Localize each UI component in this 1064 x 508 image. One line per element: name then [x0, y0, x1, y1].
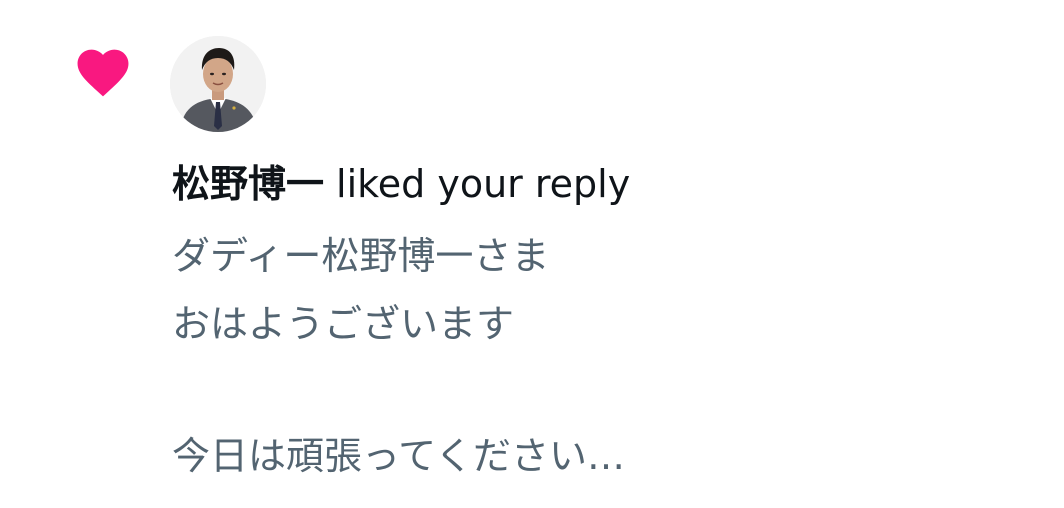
user-name[interactable]: 松野博一	[172, 162, 324, 206]
heart-icon	[77, 49, 129, 97]
notification-headline: 松野博一 liked your reply	[172, 158, 630, 210]
reply-text-line: 今日は頑張ってください…	[172, 434, 625, 478]
reply-text-line: ダディー松野博一さま	[172, 234, 550, 278]
user-avatar[interactable]	[170, 36, 266, 132]
action-text: liked your reply	[336, 162, 631, 206]
reply-text-line: おはようございます	[172, 302, 515, 346]
like-notification[interactable]: 松野博一 liked your reply ダディー松野博一さま おはようございま…	[0, 0, 1064, 508]
avatar-portrait	[170, 36, 266, 132]
